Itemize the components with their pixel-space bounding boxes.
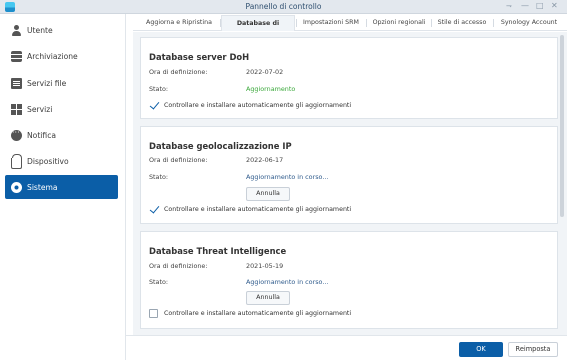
close-icon[interactable]: ✕ <box>551 1 558 10</box>
sidebar-item-label: Archiviazione <box>27 51 78 61</box>
pin-icon[interactable]: ⇁ <box>506 2 512 10</box>
sidebar-item-label: Sistema <box>27 182 58 192</box>
file-services-icon <box>11 77 22 89</box>
panel-title: Database server DoH <box>149 52 250 62</box>
tab-aggiorna-e-ripristina[interactable]: Aggiorna e Ripristina <box>139 15 219 31</box>
content-area: Database server DoH Ora di definizione: … <box>133 32 567 335</box>
definition-time-label: Ora di definizione: <box>149 68 208 76</box>
services-icon <box>11 103 22 115</box>
tab-database-di-sistema[interactable]: Database di sistema <box>221 15 295 43</box>
sidebar-item-servizi-file[interactable]: Servizi file <box>5 71 118 95</box>
tab-bar: Aggiorna e Ripristina Database di sistem… <box>133 15 567 43</box>
reset-button[interactable]: Reimposta <box>508 342 558 357</box>
panel-title: Database geolocalizzazione IP <box>149 141 292 151</box>
footer-bar: OK Reimposta <box>126 335 567 360</box>
cancel-button[interactable]: Annulla <box>246 291 290 305</box>
sidebar-item-label: Dispositivo <box>27 156 69 166</box>
title-bar: Pannello di controllo ⇁ — □ ✕ <box>0 0 567 14</box>
sidebar-item-sistema[interactable]: Sistema <box>5 175 118 199</box>
tab-synology-account[interactable]: Synology Account <box>494 15 564 31</box>
minimize-icon[interactable]: — <box>521 1 529 10</box>
auto-update-checkbox-row[interactable]: Controllare e installare automaticamente… <box>149 101 351 110</box>
auto-update-checkbox[interactable] <box>149 101 158 110</box>
device-icon <box>11 153 22 169</box>
tab-stile-di-accesso[interactable]: Stile di accesso <box>432 15 492 31</box>
definition-time-label: Ora di definizione: <box>149 262 208 270</box>
panel-threat-intelligence: Database Threat Intelligence Ora di defi… <box>140 231 558 329</box>
definition-time-label: Ora di definizione: <box>149 156 208 164</box>
auto-update-label: Controllare e installare automaticamente… <box>164 310 352 317</box>
sidebar-item-dispositivo[interactable]: Dispositivo <box>5 149 118 173</box>
auto-update-checkbox[interactable] <box>149 205 158 214</box>
auto-update-label: Controllare e installare automaticamente… <box>164 102 352 109</box>
auto-update-checkbox-row[interactable]: Controllare e installare automaticamente… <box>149 205 351 214</box>
window-title: Pannello di controllo <box>245 2 322 11</box>
status-value: Aggiornamento in corso... <box>246 278 329 286</box>
sidebar-item-utente[interactable]: Utente <box>5 18 118 42</box>
tab-impostazioni-srm[interactable]: Impostazioni SRM <box>297 15 365 31</box>
panel-ip-geolocation: Database geolocalizzazione IP Ora di def… <box>140 126 558 224</box>
status-label: Stato: <box>149 85 169 93</box>
status-label: Stato: <box>149 173 169 181</box>
definition-time-value: 2021-05-19 <box>246 262 284 270</box>
panel-doh-server: Database server DoH Ora di definizione: … <box>140 37 558 119</box>
system-icon <box>11 181 22 193</box>
user-icon <box>11 24 22 36</box>
scrollbar-thumb[interactable] <box>560 35 564 217</box>
sidebar-item-archiviazione[interactable]: Archiviazione <box>5 44 118 68</box>
storage-icon <box>11 50 22 62</box>
ok-button[interactable]: OK <box>459 342 503 357</box>
auto-update-checkbox[interactable] <box>149 309 158 318</box>
definition-time-value: 2022-07-02 <box>246 68 284 76</box>
sidebar-item-label: Servizi <box>27 104 53 114</box>
status-value: Aggiornamento <box>246 85 296 93</box>
status-label: Stato: <box>149 278 169 286</box>
notification-icon <box>11 128 22 141</box>
definition-time-value: 2022-06-17 <box>246 156 284 164</box>
cancel-button[interactable]: Annulla <box>246 187 290 201</box>
sidebar-item-servizi[interactable]: Servizi <box>5 97 118 121</box>
sidebar: Utente Archiviazione Servizi file Serviz… <box>0 14 126 360</box>
panel-title: Database Threat Intelligence <box>149 246 287 256</box>
sidebar-item-notifica[interactable]: Notifica <box>5 123 118 147</box>
auto-update-checkbox-row[interactable]: Controllare e installare automaticamente… <box>149 309 351 318</box>
auto-update-label: Controllare e installare automaticamente… <box>164 206 352 213</box>
status-value: Aggiornamento in corso... <box>246 173 329 181</box>
maximize-icon[interactable]: □ <box>536 1 544 10</box>
sidebar-item-label: Utente <box>27 25 53 35</box>
sidebar-item-label: Notifica <box>27 130 57 140</box>
sidebar-item-label: Servizi file <box>27 78 67 88</box>
tab-opzioni-regionali[interactable]: Opzioni regionali <box>367 15 431 31</box>
